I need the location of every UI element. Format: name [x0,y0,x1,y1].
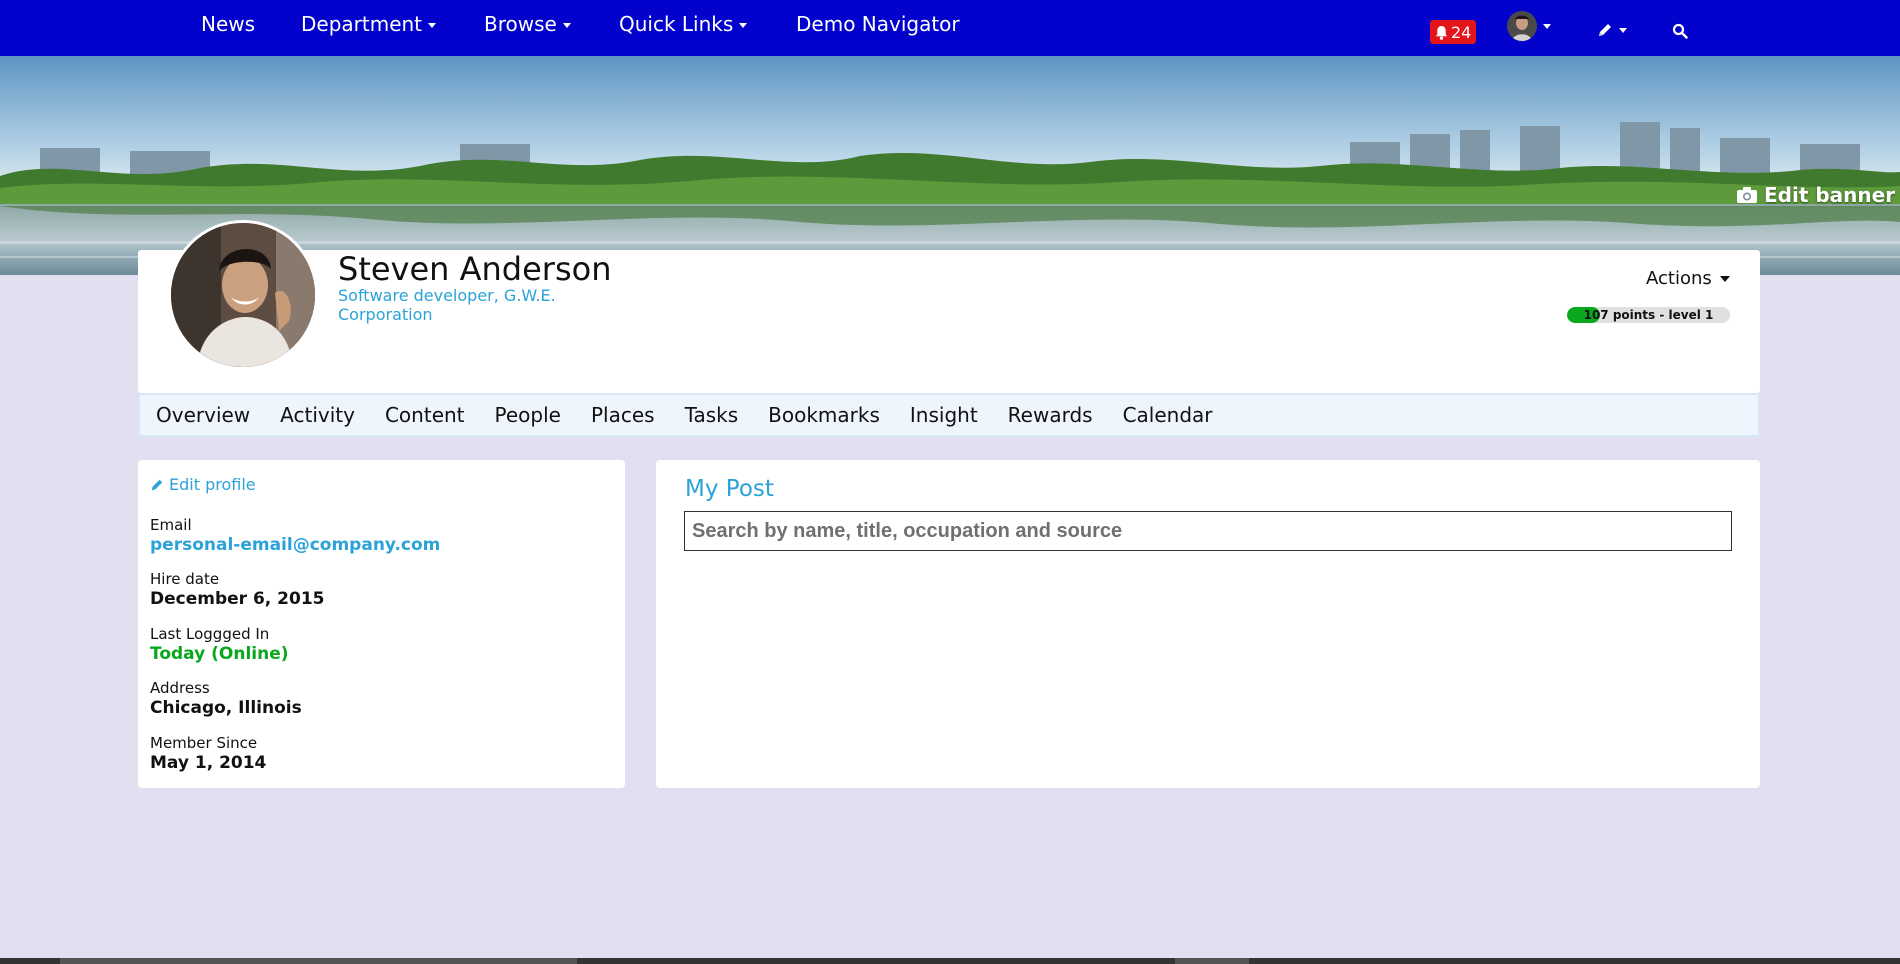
actions-label: Actions [1646,268,1712,289]
nav-demo-navigator[interactable]: Demo Navigator [796,12,960,36]
pencil-icon [151,479,163,490]
profile-name: Steven Anderson [338,250,612,288]
tab-places[interactable]: Places [591,403,655,427]
avatar [1507,11,1537,41]
nav-department-label: Department [301,12,423,36]
points-progress-bar: 107 points - level 1 [1567,307,1730,323]
address-field: Address Chicago, Illinois [150,678,302,718]
tab-people[interactable]: People [495,403,561,427]
hire-date-value: December 6, 2015 [150,589,325,609]
tab-calendar[interactable]: Calendar [1123,403,1213,427]
search-button[interactable] [1672,23,1688,43]
my-post-title: My Post [685,476,774,502]
points-label: 107 points - level 1 [1583,308,1714,322]
member-since-value: May 1, 2014 [150,753,267,773]
caret-down-icon [739,23,748,28]
nav-quick-links-label: Quick Links [619,12,734,36]
profile-photo [168,220,318,370]
tab-rewards[interactable]: Rewards [1008,403,1093,427]
last-logged-in-label: Last Loggged In [150,625,270,643]
user-menu[interactable] [1507,11,1551,41]
scrollbar-segment [60,958,577,964]
edit-banner-label: Edit banner [1764,183,1896,207]
caret-down-icon [562,23,571,28]
address-label: Address [150,679,210,697]
post-search-input[interactable] [684,511,1732,551]
hire-date-label: Hire date [150,570,220,588]
camera-icon [1737,187,1757,203]
tab-activity[interactable]: Activity [280,403,355,427]
edit-profile-link[interactable]: Edit profile [150,475,256,494]
my-post-card: My Post [656,460,1760,788]
window-bottom-edge [0,958,1900,964]
address-value: Chicago, Illinois [150,698,302,718]
profile-tabs: Overview Activity Content People Places Tasks… [138,393,1760,437]
profile-info-card: Edit profile Email personal-email@compan… [138,460,625,788]
tab-insight[interactable]: Insight [910,403,978,427]
top-navbar: News Department Browse Quick Links Demo … [0,0,1900,56]
nav-quick-links[interactable]: Quick Links [619,12,748,36]
search-icon [1672,23,1688,39]
nav-demo-navigator-label: Demo Navigator [796,12,960,36]
caret-down-icon [1543,23,1551,29]
nav-department[interactable]: Department [301,12,437,36]
member-since-field: Member Since May 1, 2014 [150,733,266,773]
edit-banner-button[interactable]: Edit banner [1736,183,1895,207]
hire-date-field: Hire date December 6, 2015 [150,569,324,609]
last-logged-in-value: Today (Online) [150,644,289,664]
member-since-label: Member Since [150,734,258,752]
notifications-button[interactable]: 24 [1430,20,1477,44]
caret-down-icon [1719,275,1730,282]
caret-down-icon [428,23,437,28]
pencil-icon [1599,24,1611,36]
bell-icon [1435,25,1448,40]
tab-tasks[interactable]: Tasks [685,403,739,427]
tab-overview[interactable]: Overview [156,403,250,427]
tab-content[interactable]: Content [385,403,465,427]
nav-browse[interactable]: Browse [484,12,571,36]
edit-profile-label: Edit profile [169,475,256,494]
email-label: Email [150,516,192,534]
scrollbar-segment [1175,958,1249,964]
compose-menu[interactable] [1597,22,1627,38]
nav-browse-label: Browse [484,12,557,36]
notifications-count: 24 [1451,22,1472,42]
caret-down-icon [1619,27,1627,33]
actions-dropdown[interactable]: Actions [1646,268,1730,289]
last-logged-in-field: Last Loggged In Today (Online) [150,624,289,664]
nav-news[interactable]: News [201,12,255,36]
profile-job-title[interactable]: Software developer, G.W.E. Corporation [338,286,578,324]
tab-bookmarks[interactable]: Bookmarks [768,403,880,427]
email-value[interactable]: personal-email@company.com [150,535,440,555]
email-field: Email personal-email@company.com [150,515,440,555]
nav-news-label: News [201,12,256,36]
